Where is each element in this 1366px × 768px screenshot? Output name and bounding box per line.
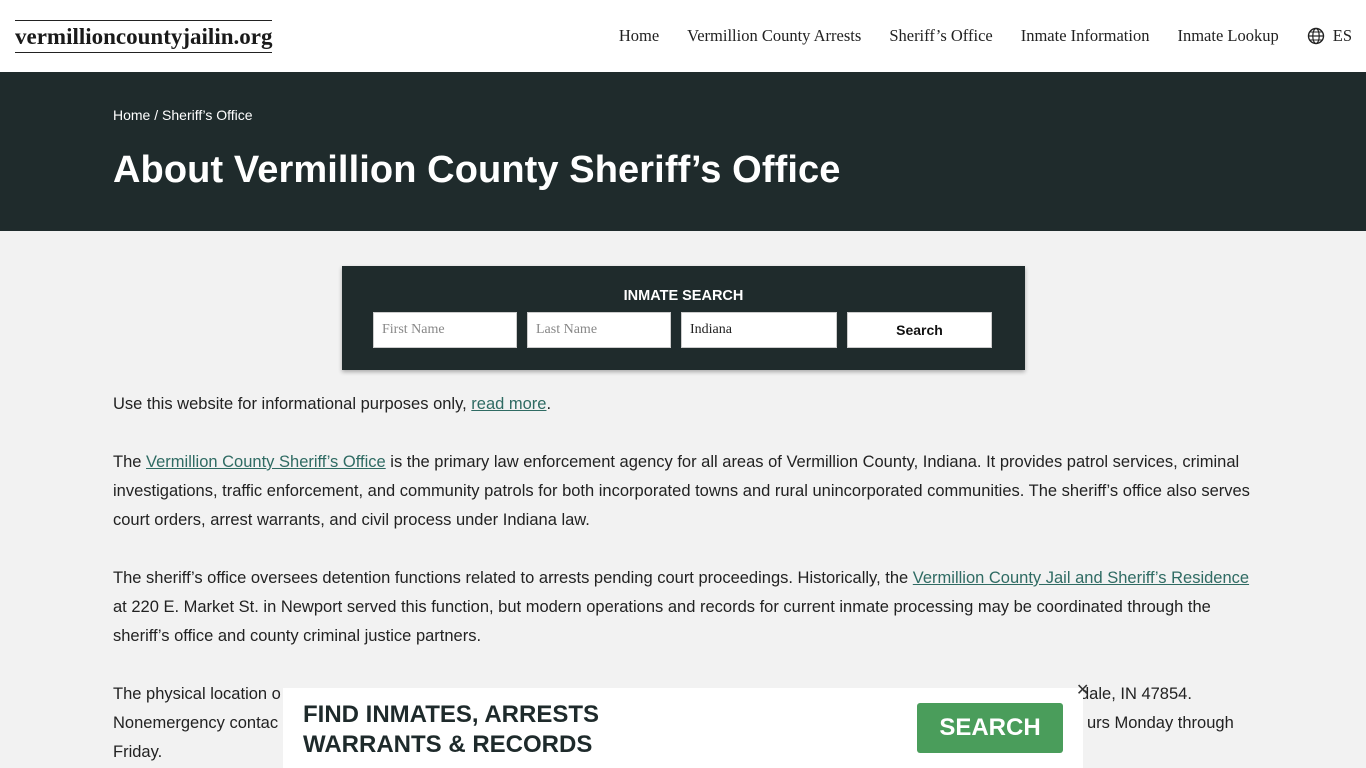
search-button[interactable]: Search <box>847 312 992 348</box>
detention-text: at 220 E. Market St. in Newport served t… <box>113 598 1211 645</box>
breadcrumb-separator: / <box>150 107 163 123</box>
nav-inmate-information[interactable]: Inmate Information <box>1021 26 1150 46</box>
jail-residence-link[interactable]: Vermillion County Jail and Sheriff’s Res… <box>913 569 1249 587</box>
disclaimer-end: . <box>546 395 552 413</box>
nav-home[interactable]: Home <box>619 26 659 46</box>
globe-icon <box>1307 27 1324 45</box>
detention-prefix: The sheriff’s office oversees detention … <box>113 569 913 587</box>
disclaimer-paragraph: Use this website for informational purpo… <box>113 390 1253 419</box>
language-switcher[interactable]: ES <box>1307 26 1352 46</box>
inmate-search-title: INMATE SEARCH <box>623 288 744 304</box>
promo-banner: FIND INMATES, ARRESTS WARRANTS & RECORDS… <box>283 682 1089 768</box>
location-text-left-2: Nonemergency contac <box>113 714 279 732</box>
inmate-search-box: INMATE SEARCH Search <box>342 266 1025 370</box>
close-icon[interactable]: ✕ <box>1076 680 1089 700</box>
page-hero: Home / Sheriff’s Office About Vermillion… <box>0 72 1366 231</box>
nav-arrests[interactable]: Vermillion County Arrests <box>687 26 861 46</box>
nav-inmate-lookup[interactable]: Inmate Lookup <box>1177 26 1278 46</box>
inmate-search-form: Search <box>373 312 992 348</box>
state-input[interactable] <box>681 312 837 348</box>
location-text-right-1: dale, IN 47854. <box>1080 685 1192 703</box>
location-text-left-1: The physical location o <box>113 685 281 703</box>
breadcrumb-home[interactable]: Home <box>113 107 150 123</box>
sheriffs-office-link[interactable]: Vermillion County Sheriff’s Office <box>146 453 386 471</box>
promo-text: FIND INMATES, ARRESTS WARRANTS & RECORDS <box>303 700 599 760</box>
main-nav: Home Vermillion County Arrests Sheriff’s… <box>591 26 1352 46</box>
promo-line-1: FIND INMATES, ARRESTS <box>303 701 600 728</box>
breadcrumb: Home / Sheriff’s Office <box>113 107 1366 123</box>
promo-line-2: WARRANTS & RECORDS <box>303 731 593 758</box>
disclaimer-text: Use this website for informational purpo… <box>113 395 472 413</box>
breadcrumb-current: Sheriff’s Office <box>162 107 253 123</box>
location-text-left-3: Friday. <box>113 743 163 761</box>
site-logo[interactable]: vermillioncountyjailin.org <box>15 19 273 53</box>
intro-prefix: The <box>113 453 147 471</box>
last-name-input[interactable] <box>527 312 671 348</box>
top-header: vermillioncountyjailin.org Home Vermilli… <box>0 0 1366 72</box>
intro-paragraph: The Vermillion County Sheriff’s Office i… <box>113 448 1253 535</box>
language-label: ES <box>1332 26 1352 45</box>
promo-search-button[interactable]: SEARCH <box>917 703 1063 753</box>
first-name-input[interactable] <box>373 312 517 348</box>
read-more-link[interactable]: read more <box>471 395 546 413</box>
nav-sheriffs-office[interactable]: Sheriff’s Office <box>889 26 992 46</box>
location-text-right-2: urs Monday through <box>1087 714 1234 732</box>
page-title: About Vermillion County Sheriff’s Office <box>113 149 841 191</box>
detention-paragraph: The sheriff’s office oversees detention … <box>113 564 1253 651</box>
